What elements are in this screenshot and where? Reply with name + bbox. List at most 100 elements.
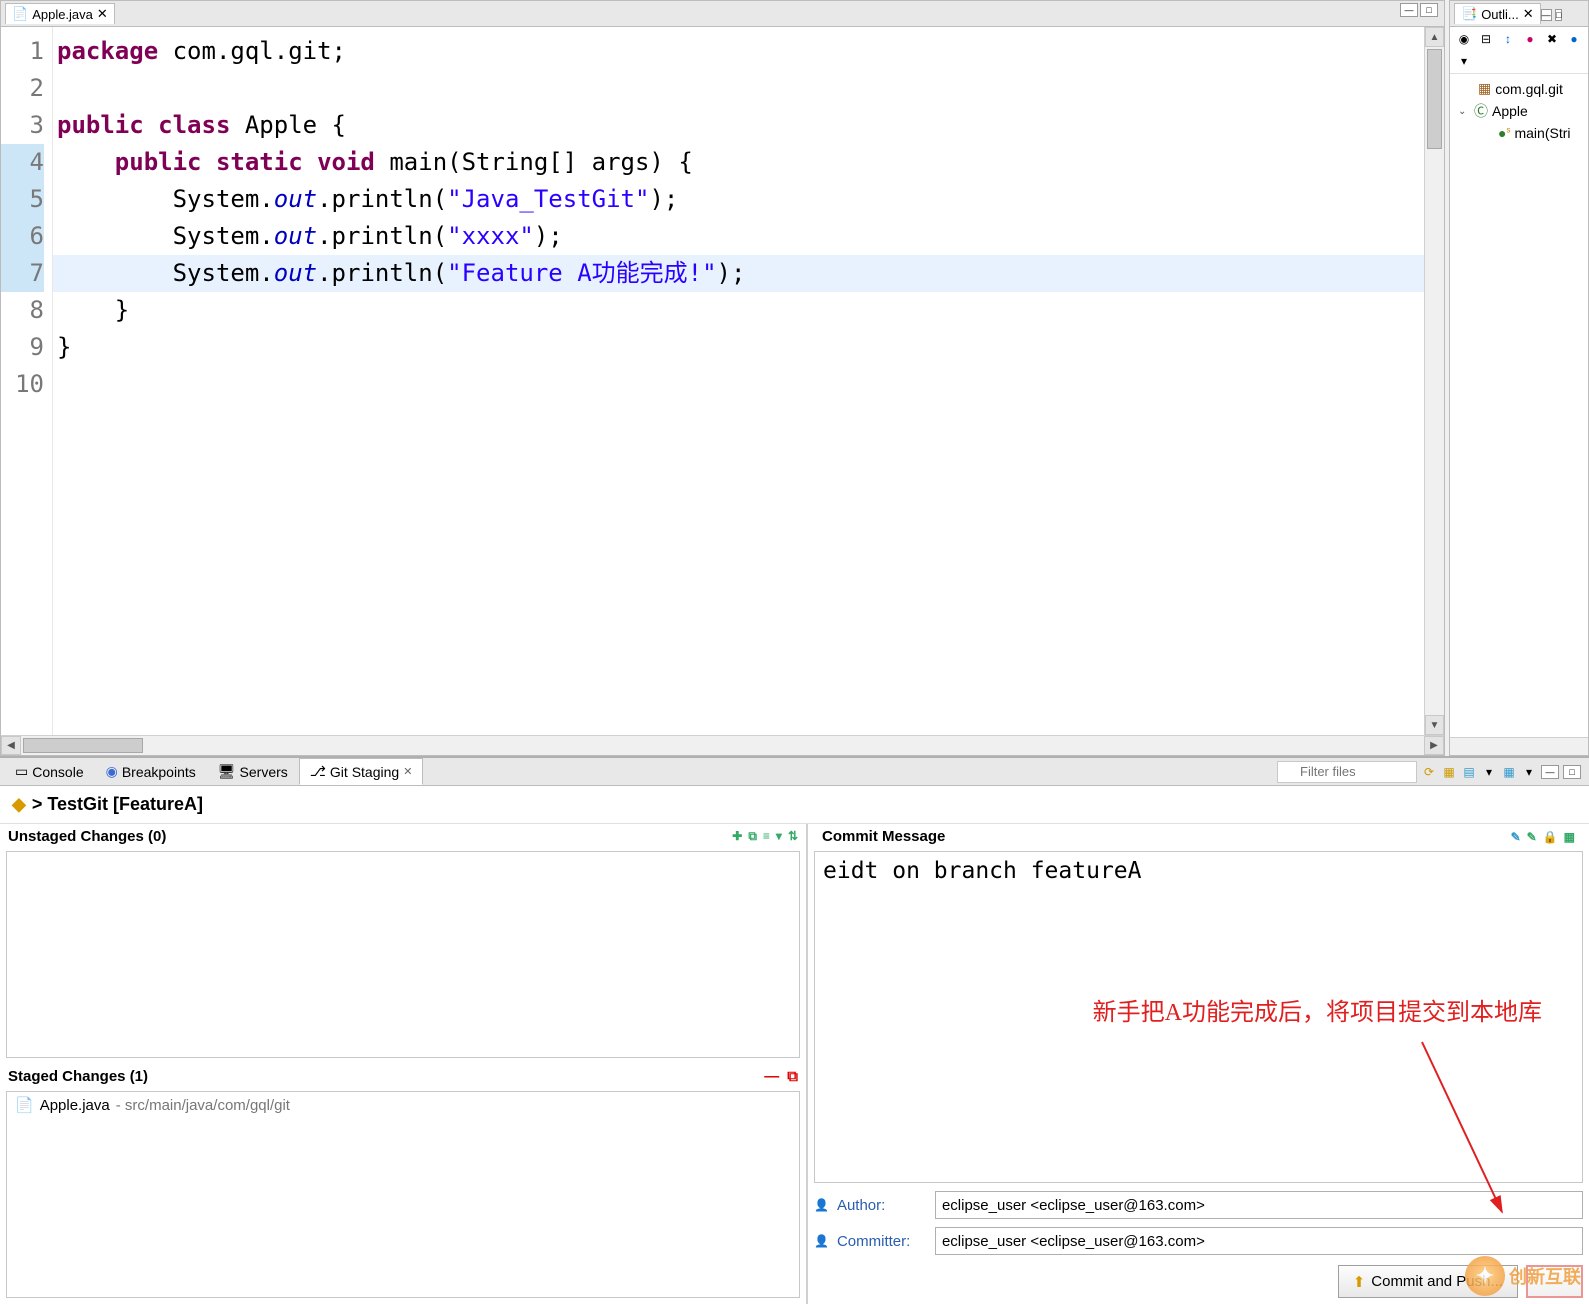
tab-servers-label: Servers [240,764,288,780]
outline-method-label: main(Stri [1514,125,1570,141]
committer-row: 👤 Committer: [814,1227,1583,1255]
breakpoints-icon: ◉ [106,763,118,780]
editor-pane: 📄 Apple.java ✕ — □ 12345678910 package c… [0,0,1445,756]
close-icon[interactable]: ✕ [97,6,108,22]
repo-header: ◆ > TestGit [FeatureA] [0,786,1589,824]
add-icon[interactable]: ✚ [732,829,742,844]
maximize-icon[interactable]: □ [1555,9,1562,21]
expander-icon[interactable]: ⌄ [1458,106,1470,117]
toolbar-icon-3[interactable]: ▾ [1481,764,1497,780]
toolbar-icon-1[interactable]: ▦ [1441,764,1457,780]
add-all-icon[interactable]: ⧉ [748,829,757,844]
tab-console[interactable]: ▭ Console [4,758,95,785]
minimize-icon[interactable]: — [1541,765,1559,779]
class-icon: Ⓒ [1474,101,1488,121]
horizontal-scrollbar[interactable]: ◀ ▶ [1,735,1444,755]
watermark: ✦ 创新互联 [1465,1256,1581,1296]
hide-static-icon[interactable]: ✖ [1544,31,1560,47]
hide-fields-icon[interactable]: ● [1522,31,1538,47]
editor-tab-label: Apple.java [32,7,93,22]
vertical-scrollbar[interactable]: ▲ ▼ [1424,27,1444,735]
close-icon[interactable]: ✕ [403,765,412,778]
outline-method[interactable]: ●s main(Stri [1452,123,1586,143]
annotation-text: 新手把A功能完成后，将项目提交到本地库 [1093,992,1542,1027]
tab-breakpoints-label: Breakpoints [122,764,196,780]
outline-package-label: com.gql.git [1495,81,1563,97]
preview-icon[interactable]: ▦ [1564,830,1575,844]
commit-message-input[interactable]: eidt on branch featureA 新手把A功能完成后，将项目提交到… [814,851,1583,1183]
watermark-icon: ✦ [1465,1256,1505,1296]
collapse-icon[interactable]: ⊟ [1478,31,1494,47]
staged-header: Staged Changes (1) — ⧉ [0,1064,806,1089]
author-row: 👤 Author: [814,1191,1583,1219]
outline-tree[interactable]: ▦ com.gql.git ⌄ Ⓒ Apple ●s main(Stri [1450,74,1588,737]
tab-console-label: Console [32,764,83,780]
signoff-icon[interactable]: ✎ [1527,830,1537,844]
repo-icon: ◆ [12,794,26,815]
minimize-icon[interactable]: — [1541,9,1552,21]
servers-icon: 🖥 [218,763,236,780]
outline-tab[interactable]: 📑 Outli... ✕ [1454,3,1541,24]
close-icon[interactable]: ✕ [1523,6,1534,22]
sort-icon[interactable]: ⇅ [788,829,798,844]
method-icon: ●s [1498,125,1510,141]
unstaged-list[interactable] [6,851,800,1058]
unstage-all-icon[interactable]: ⧉ [787,1068,798,1085]
sort-icon[interactable]: ↕ [1500,31,1516,47]
scroll-down-icon[interactable]: ▼ [1425,715,1444,735]
bottom-tabbar: ▭ Console ◉ Breakpoints 🖥 Servers ⎇ Git … [0,758,1589,786]
scroll-right-icon[interactable]: ▶ [1424,736,1444,755]
code-area[interactable]: package com.gql.git; public class Apple … [53,27,1424,735]
unstaged-label: Unstaged Changes (0) [8,828,166,845]
amend-icon[interactable]: ✎ [1511,830,1521,844]
toolbar-icon-2[interactable]: ▤ [1461,764,1477,780]
tab-git-staging[interactable]: ⎇ Git Staging ✕ [299,758,424,785]
staged-file-path: - src/main/java/com/gql/git [116,1097,290,1114]
code-editor[interactable]: 12345678910 package com.gql.git; public … [1,27,1444,735]
watermark-text: 创新互联 [1509,1263,1581,1289]
scrollbar-thumb[interactable] [1427,49,1442,149]
tab-breakpoints[interactable]: ◉ Breakpoints [95,758,207,785]
scroll-left-icon[interactable]: ◀ [1,736,21,755]
menu-icon[interactable]: ▾ [1521,764,1537,780]
repo-header-label: > TestGit [FeatureA] [32,794,203,815]
unstaged-header: Unstaged Changes (0) ✚ ⧉ ≡ ▾ ⇅ [0,824,806,849]
menu-dropdown-icon[interactable]: ▾ [776,829,782,844]
outline-toolbar: ◉ ⊟ ↕ ● ✖ ● ▾ [1450,27,1588,74]
focus-icon[interactable]: ◉ [1456,31,1472,47]
refresh-icon[interactable]: ⟳ [1421,764,1437,780]
author-input[interactable] [935,1191,1583,1219]
changeid-icon[interactable]: 🔒 [1543,830,1558,844]
outline-package[interactable]: ▦ com.gql.git [1452,78,1586,99]
staged-list[interactable]: 📄 Apple.java - src/main/java/com/gql/git [6,1091,800,1298]
outline-tabbar: 📑 Outli... ✕ — □ [1450,1,1588,27]
committer-input[interactable] [935,1227,1583,1255]
console-icon: ▭ [15,763,28,780]
author-label: Author: [837,1197,927,1214]
staged-file-row[interactable]: 📄 Apple.java - src/main/java/com/gql/git [7,1092,799,1118]
toolbar-icon-4[interactable]: ▦ [1501,764,1517,780]
commit-message-text: eidt on branch featureA [823,858,1142,884]
filter-files-input[interactable] [1277,761,1417,783]
outline-class[interactable]: ⌄ Ⓒ Apple [1452,99,1586,123]
outline-pane: 📑 Outli... ✕ — □ ◉ ⊟ ↕ ● ✖ ● ▾ [1449,0,1589,756]
committer-label: Committer: [837,1233,927,1250]
author-icon: 👤 [814,1198,829,1212]
hscrollbar-thumb[interactable] [23,738,143,753]
tab-servers[interactable]: 🖥 Servers [207,758,299,785]
hide-nonpublic-icon[interactable]: ● [1566,31,1582,47]
list-icon[interactable]: ≡ [763,829,770,844]
scroll-up-icon[interactable]: ▲ [1425,27,1444,47]
outline-class-label: Apple [1492,103,1528,119]
tab-git-staging-label: Git Staging [330,764,399,780]
maximize-icon[interactable]: □ [1563,765,1581,779]
menu-icon[interactable]: ▾ [1456,53,1472,69]
maximize-icon[interactable]: □ [1420,3,1438,17]
editor-tab-apple[interactable]: 📄 Apple.java ✕ [5,3,115,24]
outline-hscrollbar[interactable] [1450,737,1588,755]
unstage-icon[interactable]: — [764,1068,779,1085]
editor-tabbar: 📄 Apple.java ✕ — □ [1,1,1444,27]
minimize-icon[interactable]: — [1400,3,1418,17]
commit-message-label: Commit Message [822,828,945,845]
outline-icon: 📑 [1461,6,1477,22]
